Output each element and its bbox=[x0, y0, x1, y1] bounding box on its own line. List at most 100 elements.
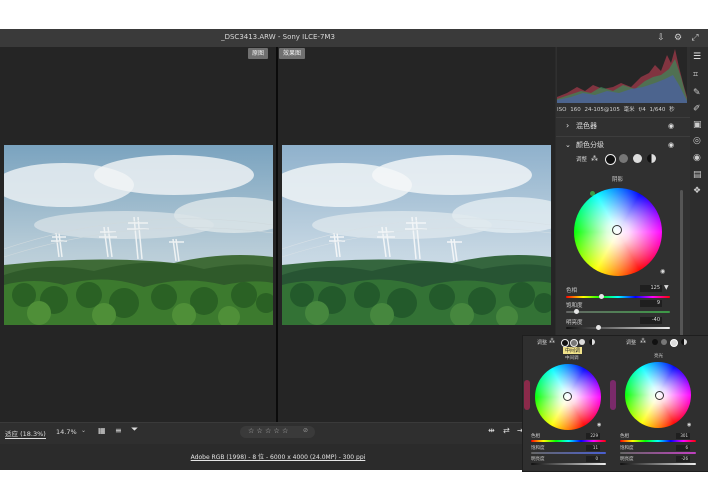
wheel-handle[interactable] bbox=[612, 225, 622, 235]
hue-slider-thumb[interactable] bbox=[599, 294, 604, 299]
chevron-down-icon[interactable]: ⌄ bbox=[81, 427, 86, 434]
inset-sat-label: 饱和度 bbox=[620, 446, 634, 451]
saturation-slider[interactable] bbox=[566, 311, 670, 313]
mixer-title: 混色器 bbox=[576, 122, 597, 130]
crop-icon[interactable]: ⌗ bbox=[693, 70, 698, 80]
histogram bbox=[557, 47, 687, 103]
hue-slider[interactable] bbox=[566, 296, 670, 298]
midtones-option[interactable] bbox=[570, 339, 578, 347]
presets-icon[interactable]: ▤ bbox=[693, 170, 702, 180]
inset-adjust-label-2: 调整 bbox=[626, 340, 637, 346]
hue-value[interactable]: 125 bbox=[640, 285, 662, 292]
workflow-info[interactable]: Adobe RGB (1998) - 8 位 - 6000 x 4000 (24… bbox=[191, 454, 366, 461]
midtones-option[interactable] bbox=[661, 339, 667, 345]
before-image bbox=[4, 145, 273, 325]
inset-hue-value[interactable]: 301 bbox=[676, 433, 690, 439]
inset-sat-slider[interactable] bbox=[531, 452, 606, 454]
iso-value: ISO 160 bbox=[557, 107, 581, 113]
global-option[interactable] bbox=[647, 154, 656, 163]
highlights-option[interactable] bbox=[670, 339, 678, 347]
triangle-icon[interactable]: ▼ bbox=[664, 284, 669, 291]
fit-zoom-button[interactable]: 适应 (18.3%) bbox=[5, 428, 46, 439]
redeye-icon[interactable]: ◉ bbox=[693, 153, 701, 163]
inset-hue-label: 色相 bbox=[620, 434, 629, 439]
healing-icon[interactable]: ✎ bbox=[693, 88, 701, 98]
eye-icon[interactable]: ◉ bbox=[668, 137, 674, 153]
global-option[interactable] bbox=[681, 339, 687, 345]
shadows-option[interactable] bbox=[605, 154, 616, 165]
section-grading[interactable]: ⌄ 颜色分级 ◉ bbox=[556, 136, 690, 153]
inset-adjust-label: 调整 bbox=[537, 340, 548, 346]
inset-hue-value[interactable]: 229 bbox=[586, 433, 600, 439]
workflow-options-link: Adobe RGB (1998) - 8 位 - 6000 x 4000 (24… bbox=[0, 452, 556, 461]
compare-view-icon[interactable]: ⇹ bbox=[488, 426, 495, 435]
inset-right-title: 亮光 bbox=[654, 354, 663, 359]
inset-hue-slider[interactable] bbox=[620, 440, 696, 442]
inset-sat-slider[interactable] bbox=[620, 452, 696, 454]
image-icon[interactable]: ▦ bbox=[98, 426, 106, 435]
three-way-icon[interactable]: ⁂ bbox=[549, 338, 555, 345]
wheel-handle[interactable] bbox=[563, 392, 572, 401]
eye-icon[interactable]: ◉ bbox=[687, 422, 691, 428]
after-image bbox=[282, 145, 551, 325]
highlights-option[interactable] bbox=[579, 339, 585, 345]
three-way-icon[interactable]: ⁂ bbox=[591, 155, 598, 163]
luminance-value[interactable]: -40 bbox=[640, 317, 662, 324]
panel-scrollbar[interactable] bbox=[680, 190, 683, 340]
luminance-slider[interactable] bbox=[566, 327, 670, 329]
chevron-right-icon: › bbox=[566, 121, 570, 130]
expand-icon[interactable]: ⤢ bbox=[690, 33, 700, 43]
wheel-edge bbox=[524, 380, 530, 410]
saturation-label: 饱和度 bbox=[566, 303, 583, 309]
window-title: _DSC3413.ARW - Sony ILCE-7M3 bbox=[221, 33, 335, 41]
compare-divider[interactable] bbox=[276, 47, 278, 422]
swap-icon[interactable]: ⇄ bbox=[503, 426, 510, 435]
wheel-title: 阴影 bbox=[612, 177, 624, 183]
inset-lum-slider[interactable] bbox=[531, 463, 606, 465]
inset-hue-slider[interactable] bbox=[531, 440, 606, 442]
camera-info: ISO 160 24-105@105 毫米 f/4 1/640 秒 bbox=[557, 105, 687, 113]
sliders-icon[interactable]: ☰ bbox=[693, 52, 701, 62]
hue-label: 色相 bbox=[566, 288, 578, 294]
eye-icon[interactable]: ◉ bbox=[668, 118, 674, 134]
filter-icon[interactable]: ⏷ bbox=[131, 425, 138, 435]
highlights-option[interactable] bbox=[633, 154, 642, 163]
tooltip: 中间调 bbox=[563, 347, 583, 354]
section-mixer[interactable]: › 混色器 ◉ bbox=[556, 117, 690, 134]
aperture-value: f/4 bbox=[638, 107, 646, 113]
wheel-handle[interactable] bbox=[655, 391, 664, 400]
inset-sat-value[interactable]: 11 bbox=[586, 445, 600, 451]
zoom-select[interactable]: 14.7% bbox=[56, 428, 77, 436]
global-option[interactable] bbox=[589, 339, 595, 345]
inset-lum-value[interactable]: 0 bbox=[586, 456, 600, 462]
rating-stars[interactable]: ☆ ☆ ☆ ☆ ☆ bbox=[248, 427, 288, 435]
luminance-label: 明亮度 bbox=[566, 320, 583, 326]
brush-icon[interactable]: ✐ bbox=[693, 104, 701, 114]
snapshots-icon[interactable]: ❖ bbox=[693, 186, 701, 196]
export-icon[interactable]: ⇩ bbox=[656, 33, 666, 43]
reject-icon[interactable]: ⊘ bbox=[303, 427, 308, 434]
adjust-label: 调整 bbox=[576, 157, 588, 163]
midtones-option[interactable] bbox=[619, 154, 628, 163]
inset-left-title: 中间调 bbox=[565, 356, 579, 361]
inset-lum-slider[interactable] bbox=[620, 463, 696, 465]
gradient-icon[interactable]: ▣ bbox=[693, 120, 702, 130]
inset-lum-label: 明亮度 bbox=[531, 457, 545, 462]
three-way-icon[interactable]: ⁂ bbox=[640, 338, 646, 345]
wheel-edge bbox=[610, 380, 616, 410]
shadows-option[interactable] bbox=[652, 339, 658, 345]
luminance-slider-thumb[interactable] bbox=[596, 325, 601, 330]
eye-icon[interactable]: ◉ bbox=[660, 268, 665, 275]
shadows-option[interactable] bbox=[561, 339, 569, 347]
eye-icon[interactable]: ◉ bbox=[597, 422, 601, 428]
saturation-slider-thumb[interactable] bbox=[574, 309, 579, 314]
inset-lum-label: 明亮度 bbox=[620, 457, 634, 462]
inset-sat-value[interactable]: 6 bbox=[676, 445, 690, 451]
sort-icon[interactable]: ≡ bbox=[115, 426, 122, 435]
after-label: 效果图 bbox=[279, 48, 306, 59]
inset-lum-value[interactable]: -26 bbox=[676, 456, 690, 462]
inset-hue-label: 色相 bbox=[531, 434, 540, 439]
saturation-value[interactable]: 9 bbox=[640, 300, 662, 307]
gear-icon[interactable]: ⚙ bbox=[673, 33, 683, 43]
radial-icon[interactable]: ◎ bbox=[693, 136, 701, 146]
